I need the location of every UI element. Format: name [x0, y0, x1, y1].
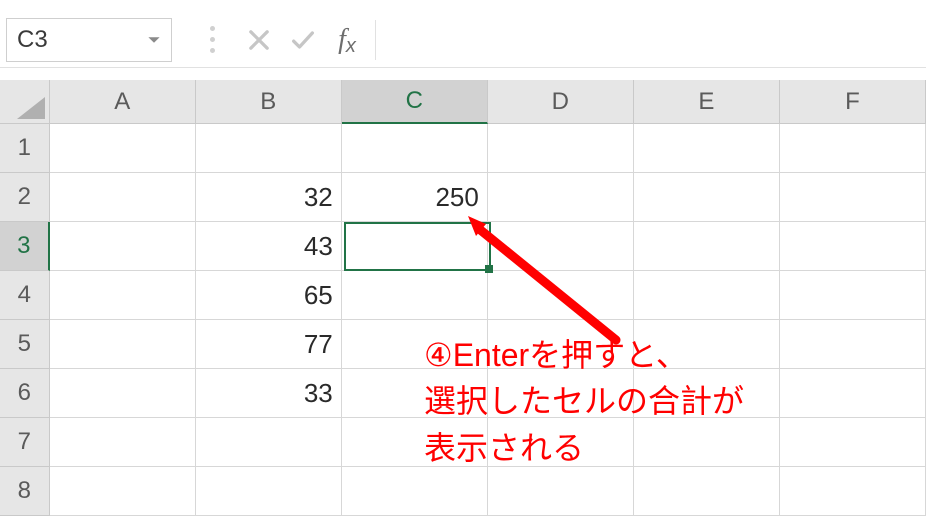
col-header-F[interactable]: F — [780, 80, 926, 124]
cell-A7[interactable] — [50, 418, 196, 467]
cell-B3[interactable]: 43 — [196, 222, 342, 271]
cell-E3[interactable] — [634, 222, 780, 271]
cell-D2[interactable] — [488, 173, 634, 222]
row-header-2[interactable]: 2 — [0, 173, 50, 222]
cell-A8[interactable] — [50, 467, 196, 516]
cell-A1[interactable] — [50, 124, 196, 173]
column-header-row: A B C D E F — [0, 80, 926, 124]
cell-F6[interactable] — [780, 369, 926, 418]
row-header-6[interactable]: 6 — [0, 369, 50, 418]
table-row: 4 65 — [0, 271, 926, 320]
cell-B8[interactable] — [196, 467, 342, 516]
select-all-corner[interactable] — [0, 80, 50, 124]
cell-C8[interactable] — [342, 467, 488, 516]
table-row: 1 — [0, 124, 926, 173]
name-box-dropdown-icon[interactable] — [145, 31, 163, 49]
cell-A2[interactable] — [50, 173, 196, 222]
cell-A6[interactable] — [50, 369, 196, 418]
annotation-text: ④Enterを押すと、 選択したセルの合計が 表示される — [424, 332, 744, 471]
cell-B5[interactable]: 77 — [196, 320, 342, 369]
name-box[interactable]: C3 — [6, 18, 172, 62]
row-header-5[interactable]: 5 — [0, 320, 50, 369]
cell-D3[interactable] — [488, 222, 634, 271]
confirm-icon — [281, 18, 325, 62]
cell-B1[interactable] — [196, 124, 342, 173]
row-header-3[interactable]: 3 — [0, 222, 50, 271]
row-header-7[interactable]: 7 — [0, 418, 50, 467]
cell-E2[interactable] — [634, 173, 780, 222]
col-header-E[interactable]: E — [634, 80, 780, 124]
row-header-1[interactable]: 1 — [0, 124, 50, 173]
formula-bar: C3 fx — [0, 12, 926, 68]
cell-F8[interactable] — [780, 467, 926, 516]
row-header-8[interactable]: 8 — [0, 467, 50, 516]
cell-A4[interactable] — [50, 271, 196, 320]
col-header-A[interactable]: A — [50, 80, 196, 124]
cell-F7[interactable] — [780, 418, 926, 467]
cell-F5[interactable] — [780, 320, 926, 369]
col-header-B[interactable]: B — [196, 80, 342, 124]
cell-F3[interactable] — [780, 222, 926, 271]
cell-A5[interactable] — [50, 320, 196, 369]
row-header-4[interactable]: 4 — [0, 271, 50, 320]
cell-C3[interactable] — [342, 222, 488, 271]
cell-B7[interactable] — [196, 418, 342, 467]
formula-input[interactable] — [382, 18, 926, 62]
cell-D1[interactable] — [488, 124, 634, 173]
cell-F4[interactable] — [780, 271, 926, 320]
cancel-icon — [237, 18, 281, 62]
col-header-D[interactable]: D — [488, 80, 634, 124]
cell-D8[interactable] — [488, 467, 634, 516]
cell-B4[interactable]: 65 — [196, 271, 342, 320]
formula-bar-divider — [375, 20, 376, 60]
cell-B2[interactable]: 32 — [196, 173, 342, 222]
cell-E4[interactable] — [634, 271, 780, 320]
cell-E1[interactable] — [634, 124, 780, 173]
cell-F1[interactable] — [780, 124, 926, 173]
table-row: 3 43 — [0, 222, 926, 271]
cell-C4[interactable] — [342, 271, 488, 320]
col-header-C[interactable]: C — [342, 80, 488, 124]
cell-D4[interactable] — [488, 271, 634, 320]
table-row: 2 32 250 — [0, 173, 926, 222]
cell-B6[interactable]: 33 — [196, 369, 342, 418]
cell-A3[interactable] — [50, 222, 196, 271]
name-box-value: C3 — [17, 26, 48, 54]
formula-bar-separator — [210, 26, 215, 53]
cell-E8[interactable] — [634, 467, 780, 516]
cell-F2[interactable] — [780, 173, 926, 222]
table-row: 8 — [0, 467, 926, 516]
cell-C1[interactable] — [342, 124, 488, 173]
cell-C2[interactable]: 250 — [342, 173, 488, 222]
fx-icon[interactable]: fx — [325, 18, 369, 62]
